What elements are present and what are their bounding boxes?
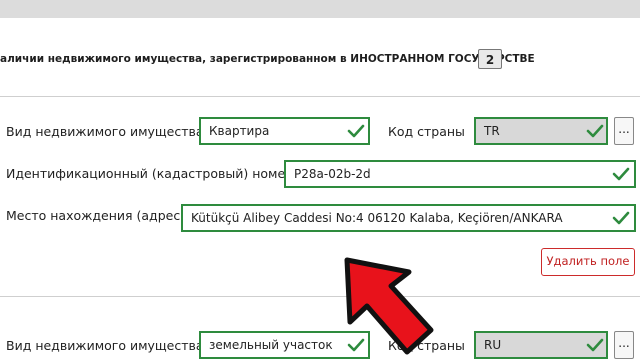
cadastral-number-label: Идентификационный (кадастровый) номер [6, 166, 294, 181]
address-value: Kütükçü Alibey Caddesi No:4 06120 Kalaba… [191, 211, 563, 225]
country-code-picker-button-2[interactable]: ... [614, 331, 634, 359]
country-code-label: Код страны [388, 124, 465, 139]
country-code-field-2[interactable]: RU [474, 331, 608, 359]
cadastral-number-field[interactable]: P28a-02b-2d [284, 160, 636, 188]
property-type-value-2: земельный участок [209, 338, 333, 352]
divider [0, 96, 640, 97]
check-icon [612, 167, 630, 181]
check-icon [612, 211, 630, 225]
country-code-picker-button[interactable]: ... [614, 117, 634, 145]
property-type-field[interactable]: Квартира [199, 117, 370, 145]
pointer-arrow-icon [344, 257, 434, 355]
cadastral-number-value: P28a-02b-2d [294, 167, 371, 181]
check-icon [586, 338, 604, 352]
section-title: аличии недвижимого имущества, зарегистри… [0, 53, 535, 65]
section-count-badge: 2 [478, 49, 502, 69]
country-code-value-2: RU [484, 338, 502, 352]
property-type-label: Вид недвижимого имущества [6, 124, 204, 139]
property-type-label-2: Вид недвижимого имущества [6, 338, 204, 353]
address-label: Место нахождения (адрес) [6, 208, 186, 223]
country-code-value: TR [484, 124, 500, 138]
section-header: аличии недвижимого имущества, зарегистри… [0, 46, 535, 72]
delete-field-button[interactable]: Удалить поле [541, 248, 635, 276]
address-field[interactable]: Kütükçü Alibey Caddesi No:4 06120 Kalaba… [181, 204, 636, 232]
check-icon [347, 124, 365, 138]
divider [0, 296, 640, 297]
country-code-field[interactable]: TR [474, 117, 608, 145]
check-icon [586, 124, 604, 138]
property-type-value: Квартира [209, 124, 270, 138]
top-bar [0, 0, 640, 18]
